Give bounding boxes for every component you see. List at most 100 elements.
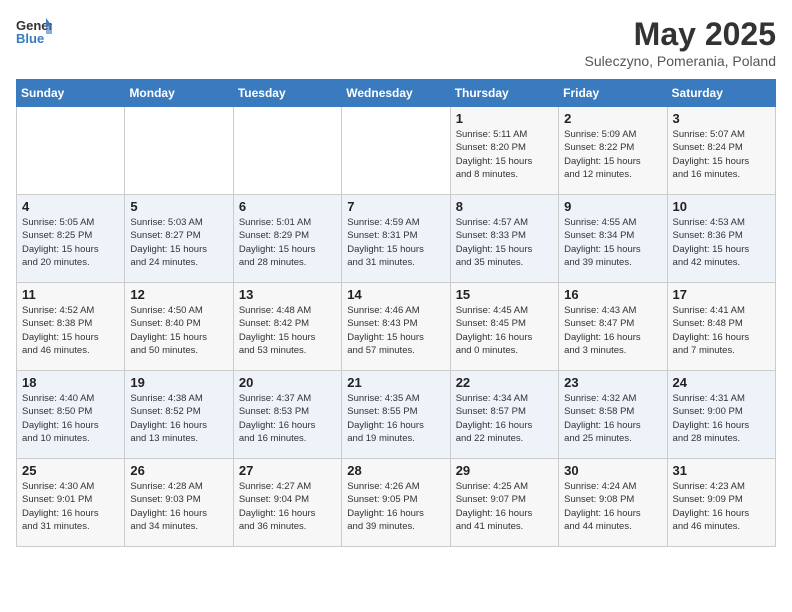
calendar-table: SundayMondayTuesdayWednesdayThursdayFrid… (16, 79, 776, 547)
calendar-cell: 13 Sunrise: 4:48 AMSunset: 8:42 PMDayligh… (233, 283, 341, 371)
calendar-cell (342, 107, 450, 195)
day-number: 18 (22, 375, 119, 390)
day-number: 19 (130, 375, 227, 390)
day-number: 31 (673, 463, 770, 478)
calendar-cell: 3 Sunrise: 5:07 AMSunset: 8:24 PMDaylight… (667, 107, 775, 195)
day-number: 26 (130, 463, 227, 478)
day-info: Sunrise: 4:27 AMSunset: 9:04 PMDaylight:… (239, 480, 336, 533)
location-subtitle: Suleczyno, Pomerania, Poland (585, 53, 776, 69)
calendar-cell: 29 Sunrise: 4:25 AMSunset: 9:07 PMDayligh… (450, 459, 558, 547)
day-info: Sunrise: 5:01 AMSunset: 8:29 PMDaylight:… (239, 216, 336, 269)
day-info: Sunrise: 5:07 AMSunset: 8:24 PMDaylight:… (673, 128, 770, 181)
day-number: 29 (456, 463, 553, 478)
month-title: May 2025 (585, 16, 776, 53)
calendar-cell: 21 Sunrise: 4:35 AMSunset: 8:55 PMDayligh… (342, 371, 450, 459)
calendar-cell: 1Sunrise: 5:11 AMSunset: 8:20 PMDaylight… (450, 107, 558, 195)
day-info: Sunrise: 4:50 AMSunset: 8:40 PMDaylight:… (130, 304, 227, 357)
calendar-cell (17, 107, 125, 195)
calendar-cell: 17 Sunrise: 4:41 AMSunset: 8:48 PMDayligh… (667, 283, 775, 371)
calendar-cell: 26 Sunrise: 4:28 AMSunset: 9:03 PMDayligh… (125, 459, 233, 547)
day-number: 25 (22, 463, 119, 478)
column-header-sunday: Sunday (17, 80, 125, 107)
day-number: 23 (564, 375, 661, 390)
day-number: 13 (239, 287, 336, 302)
day-number: 21 (347, 375, 444, 390)
day-info: Sunrise: 4:34 AMSunset: 8:57 PMDaylight:… (456, 392, 553, 445)
day-number: 14 (347, 287, 444, 302)
day-info: Sunrise: 4:30 AMSunset: 9:01 PMDaylight:… (22, 480, 119, 533)
column-header-friday: Friday (559, 80, 667, 107)
day-number: 22 (456, 375, 553, 390)
calendar-cell (233, 107, 341, 195)
day-info: Sunrise: 4:32 AMSunset: 8:58 PMDaylight:… (564, 392, 661, 445)
day-info: Sunrise: 4:53 AMSunset: 8:36 PMDaylight:… (673, 216, 770, 269)
day-number: 27 (239, 463, 336, 478)
day-info: Sunrise: 4:28 AMSunset: 9:03 PMDaylight:… (130, 480, 227, 533)
day-number: 11 (22, 287, 119, 302)
day-info: Sunrise: 4:31 AMSunset: 9:00 PMDaylight:… (673, 392, 770, 445)
svg-text:Blue: Blue (16, 31, 44, 46)
calendar-cell: 5 Sunrise: 5:03 AMSunset: 8:27 PMDaylight… (125, 195, 233, 283)
day-number: 3 (673, 111, 770, 126)
day-info: Sunrise: 5:03 AMSunset: 8:27 PMDaylight:… (130, 216, 227, 269)
day-info: Sunrise: 4:37 AMSunset: 8:53 PMDaylight:… (239, 392, 336, 445)
calendar-cell: 11 Sunrise: 4:52 AMSunset: 8:38 PMDayligh… (17, 283, 125, 371)
day-info: Sunrise: 4:48 AMSunset: 8:42 PMDaylight:… (239, 304, 336, 357)
day-info: Sunrise: 4:23 AMSunset: 9:09 PMDaylight:… (673, 480, 770, 533)
calendar-week-row: 25 Sunrise: 4:30 AMSunset: 9:01 PMDayligh… (17, 459, 776, 547)
calendar-cell: 10Sunrise: 4:53 AMSunset: 8:36 PMDayligh… (667, 195, 775, 283)
day-info: Sunrise: 4:59 AMSunset: 8:31 PMDaylight:… (347, 216, 444, 269)
title-block: May 2025 Suleczyno, Pomerania, Poland (585, 16, 776, 69)
day-number: 9 (564, 199, 661, 214)
day-info: Sunrise: 4:40 AMSunset: 8:50 PMDaylight:… (22, 392, 119, 445)
calendar-cell: 4 Sunrise: 5:05 AMSunset: 8:25 PMDaylight… (17, 195, 125, 283)
column-header-monday: Monday (125, 80, 233, 107)
day-number: 1 (456, 111, 553, 126)
day-info: Sunrise: 4:57 AMSunset: 8:33 PMDaylight:… (456, 216, 553, 269)
calendar-week-row: 18 Sunrise: 4:40 AMSunset: 8:50 PMDayligh… (17, 371, 776, 459)
day-info: Sunrise: 4:41 AMSunset: 8:48 PMDaylight:… (673, 304, 770, 357)
calendar-cell: 31 Sunrise: 4:23 AMSunset: 9:09 PMDayligh… (667, 459, 775, 547)
day-number: 24 (673, 375, 770, 390)
calendar-cell: 30 Sunrise: 4:24 AMSunset: 9:08 PMDayligh… (559, 459, 667, 547)
calendar-cell: 8Sunrise: 4:57 AMSunset: 8:33 PMDaylight… (450, 195, 558, 283)
calendar-week-row: 1Sunrise: 5:11 AMSunset: 8:20 PMDaylight… (17, 107, 776, 195)
column-header-tuesday: Tuesday (233, 80, 341, 107)
calendar-cell: 14 Sunrise: 4:46 AMSunset: 8:43 PMDayligh… (342, 283, 450, 371)
day-number: 7 (347, 199, 444, 214)
day-info: Sunrise: 5:09 AMSunset: 8:22 PMDaylight:… (564, 128, 661, 181)
day-info: Sunrise: 4:26 AMSunset: 9:05 PMDaylight:… (347, 480, 444, 533)
day-number: 12 (130, 287, 227, 302)
day-number: 30 (564, 463, 661, 478)
day-number: 28 (347, 463, 444, 478)
day-number: 16 (564, 287, 661, 302)
calendar-cell: 24 Sunrise: 4:31 AMSunset: 9:00 PMDayligh… (667, 371, 775, 459)
day-info: Sunrise: 5:05 AMSunset: 8:25 PMDaylight:… (22, 216, 119, 269)
column-header-saturday: Saturday (667, 80, 775, 107)
calendar-cell: 20 Sunrise: 4:37 AMSunset: 8:53 PMDayligh… (233, 371, 341, 459)
logo-icon: General Blue (16, 16, 52, 46)
calendar-cell: 9Sunrise: 4:55 AMSunset: 8:34 PMDaylight… (559, 195, 667, 283)
calendar-week-row: 4 Sunrise: 5:05 AMSunset: 8:25 PMDaylight… (17, 195, 776, 283)
calendar-cell: 23 Sunrise: 4:32 AMSunset: 8:58 PMDayligh… (559, 371, 667, 459)
day-info: Sunrise: 4:35 AMSunset: 8:55 PMDaylight:… (347, 392, 444, 445)
day-info: Sunrise: 4:52 AMSunset: 8:38 PMDaylight:… (22, 304, 119, 357)
column-header-wednesday: Wednesday (342, 80, 450, 107)
logo: General Blue (16, 16, 52, 46)
calendar-cell: 12 Sunrise: 4:50 AMSunset: 8:40 PMDayligh… (125, 283, 233, 371)
calendar-cell: 18 Sunrise: 4:40 AMSunset: 8:50 PMDayligh… (17, 371, 125, 459)
day-info: Sunrise: 4:46 AMSunset: 8:43 PMDaylight:… (347, 304, 444, 357)
day-number: 20 (239, 375, 336, 390)
calendar-week-row: 11 Sunrise: 4:52 AMSunset: 8:38 PMDayligh… (17, 283, 776, 371)
calendar-cell: 25 Sunrise: 4:30 AMSunset: 9:01 PMDayligh… (17, 459, 125, 547)
day-info: Sunrise: 4:24 AMSunset: 9:08 PMDaylight:… (564, 480, 661, 533)
day-number: 4 (22, 199, 119, 214)
day-info: Sunrise: 4:25 AMSunset: 9:07 PMDaylight:… (456, 480, 553, 533)
calendar-cell: 28 Sunrise: 4:26 AMSunset: 9:05 PMDayligh… (342, 459, 450, 547)
day-number: 5 (130, 199, 227, 214)
day-info: Sunrise: 4:38 AMSunset: 8:52 PMDaylight:… (130, 392, 227, 445)
day-number: 15 (456, 287, 553, 302)
calendar-cell: 16Sunrise: 4:43 AMSunset: 8:47 PMDayligh… (559, 283, 667, 371)
column-header-thursday: Thursday (450, 80, 558, 107)
day-number: 17 (673, 287, 770, 302)
